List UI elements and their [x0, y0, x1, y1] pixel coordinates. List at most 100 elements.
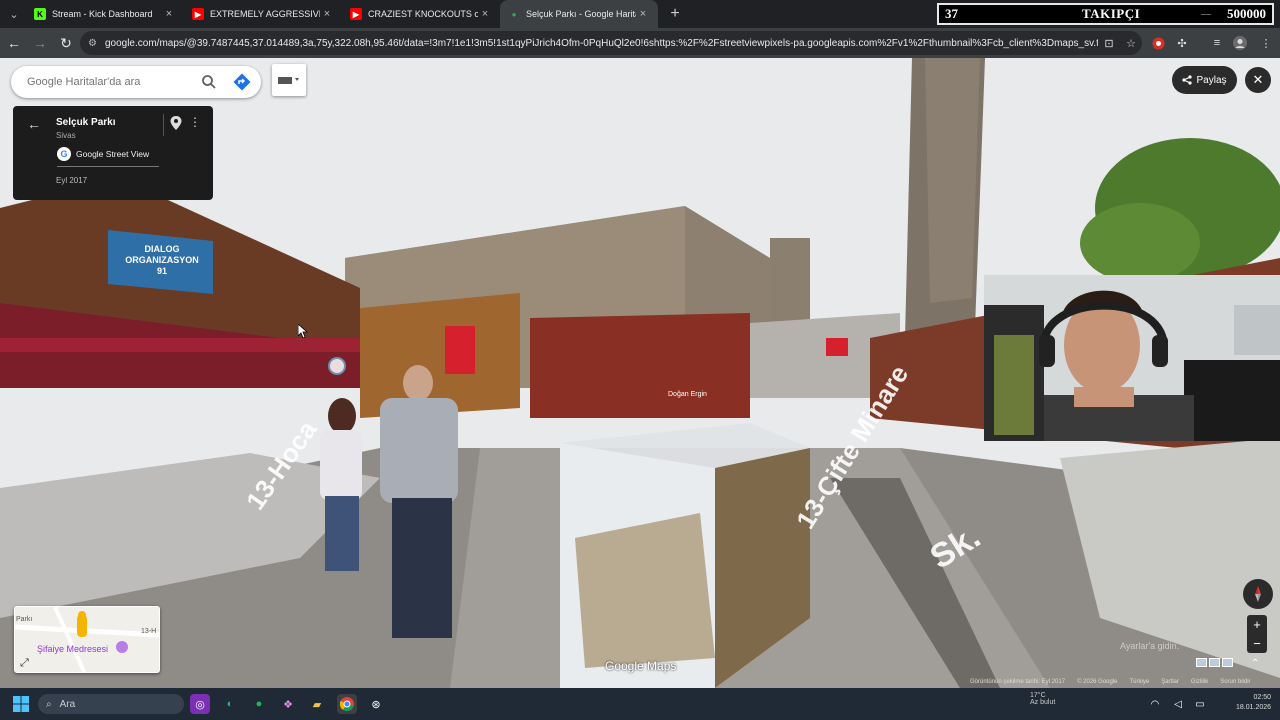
- tab-close-icon[interactable]: ×: [636, 8, 650, 20]
- place-name[interactable]: Selçuk Parkı: [56, 117, 115, 128]
- street-view-panorama[interactable]: DIALOG ORGANIZASYON 91 Doğan Ergin 13-Ho…: [0, 58, 1280, 688]
- stall-sign: DIALOG ORGANIZASYON 91: [114, 244, 210, 277]
- tab-close-icon[interactable]: ×: [478, 8, 492, 20]
- footer-link[interactable]: Gizlilik: [1191, 679, 1208, 688]
- tab-favicon-icon: ●: [511, 9, 517, 19]
- tab-favicon-icon: ▶: [350, 8, 362, 20]
- share-label: Paylaş: [1196, 74, 1227, 86]
- tab-favicon-icon: K: [34, 8, 46, 20]
- capture-date[interactable]: Eyl 2017: [56, 176, 87, 185]
- site-info-icon[interactable]: ⚙: [88, 38, 97, 49]
- minimap-roads: [15, 607, 159, 672]
- back-button[interactable]: ←: [2, 31, 26, 55]
- close-street-view-button[interactable]: ✕: [1245, 67, 1271, 93]
- bookmark-star-icon[interactable]: ☆: [1120, 37, 1142, 50]
- reload-button[interactable]: ↻: [54, 31, 78, 55]
- zoom-out-button[interactable]: −: [1247, 634, 1267, 653]
- tab-search-button[interactable]: ⌄: [2, 2, 26, 26]
- windows-taskbar: ⌕ Ara ◎ ◐ ● ❖ ▰ ⊛ 17°C Az bulut ◠ ◁ ▭ 02…: [0, 688, 1280, 720]
- reading-list-icon[interactable]: ≡: [1207, 33, 1227, 53]
- mouse-cursor-icon: [298, 324, 308, 338]
- streamer-webcam: [984, 275, 1280, 441]
- shop-sign: Doğan Ergin: [668, 391, 707, 398]
- place-region: Sivas: [56, 131, 76, 140]
- browser-tab[interactable]: ▶ EXTREMELY AGGRESSIVE & HU×: [184, 0, 342, 28]
- follower-count: 37: [945, 6, 958, 21]
- follower-label: TAKIPÇI: [1082, 6, 1141, 21]
- minimap-road-label-2: 13-H: [141, 628, 157, 635]
- windows-start-icon[interactable]: [11, 694, 31, 714]
- stall-sign-number: 91: [156, 266, 167, 276]
- footer-link: Görüntünün çekilme tarihi: Eyl 2017: [970, 679, 1066, 685]
- spotify-icon[interactable]: ●: [249, 694, 269, 714]
- maps-search-input[interactable]: [27, 76, 192, 88]
- weather-desc: Az bulut: [1030, 699, 1056, 706]
- minimap-poi-label[interactable]: Şifaiye Medresesi: [37, 644, 108, 654]
- google-maps-logo: Google Maps: [605, 659, 677, 673]
- maps-footer: Görüntünün çekilme tarihi: Eyl 2017 © 202…: [970, 679, 1280, 688]
- tab-title: Selçuk Parkı - Google Haritalar: [526, 9, 636, 19]
- activation-watermark: Ayarlar'a gidin.: [1120, 641, 1180, 651]
- browser-tab[interactable]: ● Selçuk Parkı - Google Haritalar×: [500, 0, 658, 28]
- share-button[interactable]: Paylaş: [1172, 66, 1237, 94]
- volume-icon[interactable]: ◁: [1168, 694, 1188, 714]
- weather-temp: 17°C: [1030, 692, 1046, 699]
- footer-link[interactable]: Şartlar: [1161, 679, 1179, 688]
- taskbar-search[interactable]: ⌕ Ara: [38, 694, 184, 714]
- tab-favicon-icon: ▶: [192, 8, 204, 20]
- system-clock[interactable]: 02:50 18.01.2026: [1236, 693, 1271, 713]
- url-text: google.com/maps/@39.7487445,37.014489,3a…: [104, 37, 1098, 49]
- network-icon[interactable]: ◠: [1145, 694, 1165, 714]
- keyboard-icon: [278, 77, 299, 84]
- tab-close-icon[interactable]: ×: [162, 8, 176, 20]
- browser-tab[interactable]: K Stream - Kick Dashboard ×: [26, 0, 184, 28]
- copilot-icon[interactable]: ❖: [278, 694, 298, 714]
- extensions-puzzle-icon[interactable]: ✣: [1172, 33, 1192, 53]
- tab-title: CRAZIEST KNOCKOUTS of 202: [368, 9, 478, 19]
- street-view-info-panel: ← Selçuk Parkı Sivas ⋮ G Google Street V…: [13, 106, 213, 200]
- source-underline: [57, 166, 159, 167]
- zoom-in-button[interactable]: +: [1247, 615, 1267, 634]
- follower-goal: 500000: [1227, 6, 1266, 21]
- footer-link[interactable]: Sorun bildir: [1220, 679, 1250, 688]
- more-options-icon[interactable]: ⋮: [189, 115, 201, 129]
- new-tab-button[interactable]: +: [664, 5, 686, 23]
- clock-time: 02:50: [1253, 694, 1272, 701]
- google-logo-icon: G: [57, 147, 71, 161]
- photo-thumbnails[interactable]: [1196, 658, 1233, 667]
- forward-button[interactable]: →: [28, 31, 52, 55]
- footer-link[interactable]: © 2026 Google: [1077, 679, 1117, 688]
- search-icon[interactable]: [201, 74, 217, 90]
- address-bar[interactable]: ⚙ google.com/maps/@39.7487445,37.014489,…: [80, 31, 1142, 55]
- browser-tab[interactable]: ▶ CRAZIEST KNOCKOUTS of 202×: [342, 0, 500, 28]
- location-pin-icon[interactable]: [170, 116, 182, 130]
- zoom-control: + −: [1247, 615, 1267, 653]
- file-explorer-icon[interactable]: ▰: [307, 694, 327, 714]
- extension-record-icon[interactable]: [1148, 33, 1168, 53]
- battery-icon[interactable]: ▭: [1190, 694, 1210, 714]
- app-icon-instagram[interactable]: ◎: [190, 694, 210, 714]
- install-app-icon[interactable]: ⊡: [1098, 37, 1120, 50]
- compass-button[interactable]: [1243, 579, 1273, 609]
- keyboard-layer-button[interactable]: [272, 64, 306, 96]
- browser-menu-icon[interactable]: ⋮: [1256, 33, 1276, 53]
- maps-search-box: [11, 66, 261, 98]
- back-arrow-icon[interactable]: ←: [27, 116, 41, 132]
- weather-widget[interactable]: 17°C Az bulut: [1030, 692, 1055, 706]
- street-view-minimap[interactable]: Parkı 13-H Şifaiye Medresesi ⤢: [14, 606, 160, 673]
- expand-up-icon[interactable]: ⌃: [1251, 658, 1259, 669]
- obs-icon[interactable]: ⊛: [366, 694, 386, 714]
- footer-link[interactable]: Türkiye: [1130, 679, 1150, 688]
- profile-avatar[interactable]: [1230, 33, 1250, 53]
- navigation-marker-icon[interactable]: [328, 357, 346, 375]
- source-credit[interactable]: G Google Street View: [57, 147, 149, 161]
- tab-close-icon[interactable]: ×: [320, 8, 334, 20]
- expand-map-icon[interactable]: ⤢: [20, 657, 29, 670]
- browser-toolbar: ← → ↻ ⚙ google.com/maps/@39.7487445,37.0…: [0, 28, 1280, 58]
- divider: [163, 114, 164, 136]
- edge-browser-icon[interactable]: ◐: [220, 694, 240, 714]
- directions-icon[interactable]: [233, 73, 251, 91]
- chrome-icon[interactable]: [337, 694, 357, 714]
- compass-icon: [1255, 586, 1261, 602]
- source-text: Google Street View: [76, 149, 150, 159]
